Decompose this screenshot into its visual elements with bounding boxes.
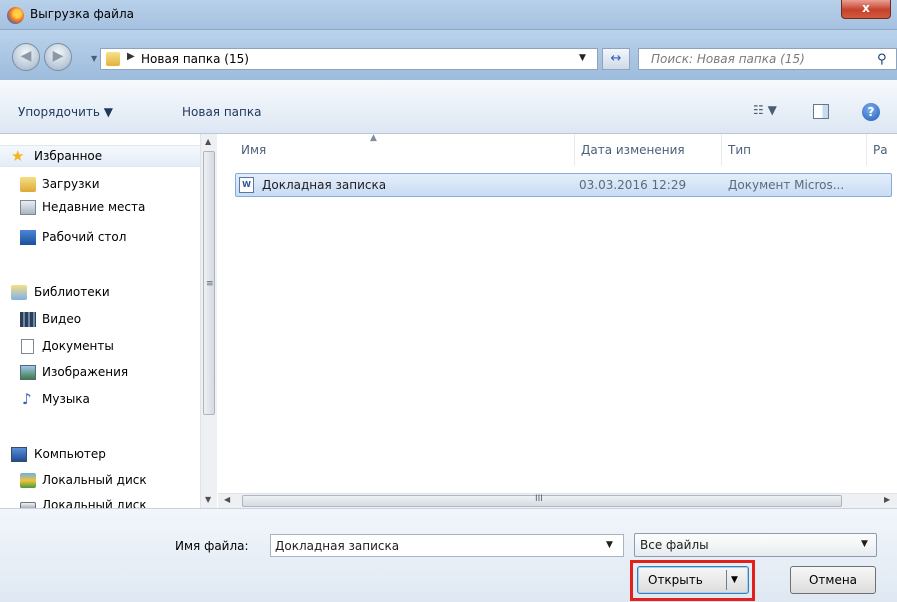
column-header-label: Имя (241, 143, 267, 157)
scroll-down-icon[interactable]: ▼ (205, 495, 211, 504)
sidebar-item-label: Документы (42, 339, 114, 353)
scroll-left-icon[interactable]: ◀ (224, 495, 230, 504)
file-type: Документ Micros... (728, 178, 845, 192)
folder-icon (106, 52, 120, 66)
sidebar-item-label: Рабочий стол (42, 230, 127, 244)
system-disk-icon (20, 473, 36, 488)
preview-pane-icon[interactable] (813, 104, 829, 119)
highlight-annotation (630, 560, 755, 601)
column-header-size[interactable]: Ра (867, 134, 897, 166)
file-date: 03.03.2016 12:29 (579, 178, 687, 192)
sidebar-item-desktop[interactable]: Рабочий стол (0, 227, 200, 249)
sidebar-item-label: Компьютер (34, 447, 106, 461)
images-icon (20, 365, 36, 380)
filename-dropdown-icon[interactable]: ▼ (606, 540, 613, 550)
sidebar-item-label: Загрузки (42, 177, 100, 191)
table-row[interactable]: W Докладная записка 03.03.2016 12:29 Док… (235, 173, 892, 197)
breadcrumb-folder[interactable]: Новая папка (15) (141, 52, 249, 66)
file-type-value: Все файлы (640, 538, 709, 552)
column-header-label: Тип (728, 143, 751, 157)
search-icon[interactable]: ⚲ (877, 52, 887, 67)
file-type-dropdown-icon[interactable]: ▼ (861, 539, 868, 549)
file-name-area: Имя файла: Докладная записка ▼ Все файлы… (0, 508, 897, 602)
firefox-icon (7, 7, 24, 24)
word-document-icon: W (239, 177, 254, 193)
sort-ascending-icon: ▲ (370, 133, 377, 143)
sidebar-item-label: Избранное (34, 149, 103, 163)
scrollbar-grip-icon: ≡ (206, 279, 214, 289)
breadcrumb-arrow-icon[interactable]: ▶ (127, 51, 135, 62)
star-icon: ★ (11, 147, 25, 165)
command-bar: Упорядочить ▼ Новая папка ☷ ▼ ? (0, 80, 897, 134)
column-header-label: Дата изменения (581, 143, 685, 157)
column-header-label: Ра (873, 143, 888, 157)
sidebar-item-music[interactable]: ♪ Музыка (0, 389, 200, 411)
scroll-up-icon[interactable]: ▲ (205, 137, 211, 146)
scrollbar-grip-icon: III (535, 494, 543, 504)
downloads-folder-icon (20, 177, 36, 192)
window-title: Выгрузка файла (30, 7, 134, 21)
video-icon (20, 312, 36, 327)
recent-places-icon (20, 200, 36, 215)
desktop-icon (20, 230, 36, 245)
sidebar-item-computer[interactable]: Компьютер (0, 444, 200, 466)
sidebar-item-label: Библиотеки (34, 285, 110, 299)
sidebar-item-recent[interactable]: Недавние места (0, 197, 200, 219)
close-button[interactable]: x (841, 0, 891, 19)
address-row: ◀ ▶ ▼ ▶ Новая папка (15) ▼ ↔ Поиск: Нова… (0, 30, 897, 80)
filename-value: Докладная записка (275, 539, 400, 553)
scroll-right-icon[interactable]: ▶ (884, 495, 890, 504)
sidebar-item-label: Недавние места (42, 200, 146, 214)
sidebar-item-local-disk-c[interactable]: Локальный диск (0, 470, 200, 492)
file-list: ▲ Имя Дата изменения Тип Ра W Докладная … (218, 133, 897, 493)
sidebar-item-downloads[interactable]: Загрузки (0, 174, 200, 196)
sidebar-item-video[interactable]: Видео (0, 309, 200, 331)
back-button[interactable]: ◀ (12, 43, 40, 71)
file-type-select[interactable]: Все файлы ▼ (634, 533, 877, 557)
computer-icon (11, 447, 27, 462)
sidebar-item-label: Локальный диск (42, 473, 147, 487)
title-bar: Выгрузка файла x (0, 0, 897, 30)
cancel-button[interactable]: Отмена (790, 566, 876, 594)
search-input[interactable]: Поиск: Новая папка (15) ⚲ (638, 48, 897, 70)
address-bar[interactable]: ▶ Новая папка (15) ▼ (100, 48, 598, 70)
file-list-horizontal-scrollbar[interactable]: ◀ III ▶ (218, 493, 897, 508)
filename-label: Имя файла: (175, 539, 249, 553)
navigation-scrollbar[interactable]: ▲ ≡ ▼ (200, 134, 217, 508)
organize-menu-button[interactable]: Упорядочить ▼ (18, 105, 113, 119)
filename-input[interactable]: Докладная записка ▼ (270, 534, 624, 557)
sidebar-item-label: Изображения (42, 365, 129, 379)
column-header-type[interactable]: Тип (722, 134, 867, 166)
navigation-pane: ★ Избранное Загрузки Недавние места Рабо… (0, 134, 217, 512)
sidebar-item-label: Музыка (42, 392, 90, 406)
sidebar-item-favorites[interactable]: ★ Избранное (0, 145, 200, 167)
music-note-icon: ♪ (22, 390, 32, 408)
documents-icon (21, 339, 34, 354)
file-name: Докладная записка (262, 178, 387, 192)
new-folder-button[interactable]: Новая папка (182, 105, 261, 119)
libraries-icon (11, 285, 27, 300)
help-icon[interactable]: ? (862, 103, 880, 121)
recent-pages-dropdown[interactable]: ▼ (91, 54, 97, 63)
sidebar-item-documents[interactable]: Документы (0, 336, 200, 358)
address-dropdown-icon[interactable]: ▼ (579, 53, 586, 63)
search-placeholder: Поиск: Новая папка (15) (651, 52, 805, 66)
sidebar-item-label: Видео (42, 312, 82, 326)
column-header-name[interactable]: ▲ Имя (218, 133, 575, 166)
sidebar-item-libraries[interactable]: Библиотеки (0, 282, 200, 304)
sidebar-item-images[interactable]: Изображения (0, 362, 200, 384)
view-options-button[interactable]: ☷ ▼ (753, 103, 791, 123)
refresh-button[interactable]: ↔ (602, 48, 630, 70)
forward-button[interactable]: ▶ (44, 43, 72, 71)
column-header-date[interactable]: Дата изменения (575, 134, 722, 166)
